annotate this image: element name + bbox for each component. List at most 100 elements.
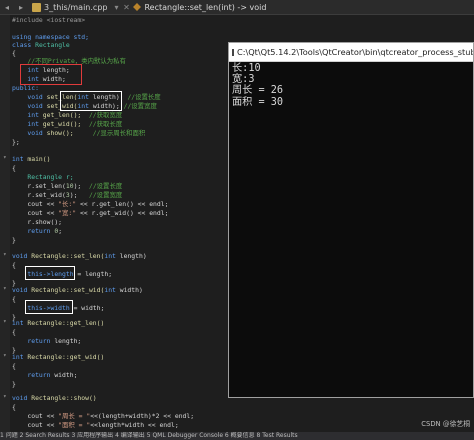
console-window-icon bbox=[232, 48, 234, 56]
comment: //获取长度 bbox=[81, 120, 123, 128]
forward-arrow-icon[interactable]: ▸ bbox=[14, 3, 28, 12]
back-arrow-icon[interactable]: ◂ bbox=[0, 3, 14, 12]
class-name: Rectangle bbox=[35, 41, 70, 49]
console-line: 宽:3 bbox=[232, 74, 255, 86]
assignment: = width; bbox=[69, 304, 105, 312]
this-width-highlight bbox=[25, 300, 73, 314]
brace: { bbox=[12, 164, 16, 172]
console-window[interactable]: C:\Qt\Qt5.14.2\Tools\QtCreator\bin\qtcre… bbox=[228, 42, 474, 398]
keyword: void bbox=[12, 93, 43, 101]
string: "长:" bbox=[58, 200, 77, 208]
function: Rectangle::set_len( bbox=[27, 252, 105, 260]
keyword: int bbox=[12, 120, 39, 128]
keyword: int bbox=[12, 319, 24, 327]
stream: cout << bbox=[12, 412, 59, 420]
function-icon bbox=[133, 3, 142, 11]
file-selector[interactable]: 3_this/main.cpp bbox=[28, 2, 111, 12]
editor-gutter bbox=[0, 15, 10, 440]
editor-tab-bar: ◂ ▸ 3_this/main.cpp ▾ ✕ Rectangle::set_l… bbox=[0, 0, 474, 15]
keyword: void bbox=[12, 394, 28, 402]
call: r.set_wid( bbox=[12, 191, 66, 199]
comment: //设置长度 bbox=[81, 182, 123, 190]
function: get_len(); bbox=[38, 111, 82, 119]
code-line: int Rectangle::get_len() bbox=[12, 318, 104, 328]
code-line: void Rectangle::set_wid(int width) bbox=[12, 285, 143, 295]
function: get_wid(); bbox=[38, 120, 82, 128]
keyword: return bbox=[12, 337, 51, 345]
string: "宽:" bbox=[58, 209, 77, 217]
keyword: int bbox=[12, 353, 24, 361]
return-value: length; bbox=[50, 337, 82, 345]
function: Rectangle::get_len() bbox=[23, 319, 105, 327]
punct: ; bbox=[58, 227, 63, 235]
console-title: C:\Qt\Qt5.14.2\Tools\QtCreator\bin\qtcre… bbox=[237, 47, 473, 57]
output-panes-bar[interactable]: 1 问题 2 Search Results 3 应用程序输出 4 编译输出 5 … bbox=[0, 432, 474, 440]
code-line: void Rectangle::show() bbox=[12, 393, 97, 403]
keyword: void bbox=[12, 129, 43, 137]
call: r.set_len( bbox=[12, 182, 66, 190]
fold-marker-icon[interactable]: ▾ bbox=[3, 154, 8, 162]
stream: <<length*width << endl; bbox=[90, 421, 179, 429]
code-line: int Rectangle::get_wid() bbox=[12, 352, 104, 362]
comment: //设置长度 bbox=[119, 93, 161, 101]
function: Rectangle::get_wid() bbox=[23, 353, 105, 361]
code-line: return length; bbox=[12, 336, 81, 346]
code-line: cout << "面积 = "<<length*width << endl; bbox=[12, 420, 179, 430]
file-name: 3_this/main.cpp bbox=[44, 2, 108, 12]
comment: //显示周长和面积 bbox=[73, 129, 146, 137]
stream: cout << bbox=[12, 200, 59, 208]
fold-marker-icon[interactable]: ▾ bbox=[3, 352, 8, 360]
brace: { bbox=[12, 328, 16, 336]
code-line: void Rectangle::set_len(int length) bbox=[12, 251, 147, 261]
call: r.show(); bbox=[12, 218, 63, 226]
console-line: 长:10 bbox=[232, 63, 261, 74]
fold-marker-icon[interactable]: ▾ bbox=[3, 285, 8, 293]
cpp-file-icon bbox=[32, 2, 41, 12]
code-line: } bbox=[12, 379, 16, 389]
fold-marker-icon[interactable]: ▾ bbox=[3, 318, 8, 326]
brace: { bbox=[12, 261, 16, 269]
stream: <<(length+width)*2 << endl; bbox=[90, 412, 195, 420]
param: width) bbox=[115, 286, 143, 294]
console-output: 长:10 宽:3 周长 = 26 面积 = 30 bbox=[229, 62, 473, 109]
statement: Rectangle r; bbox=[12, 173, 74, 181]
keyword: int bbox=[12, 111, 39, 119]
brace: { bbox=[12, 362, 16, 370]
brace: } bbox=[12, 236, 16, 244]
function: Rectangle::set_wid( bbox=[27, 286, 105, 294]
fold-marker-icon[interactable]: ▾ bbox=[3, 251, 8, 259]
code-line: return width; bbox=[12, 370, 77, 380]
access-specifier: public: bbox=[12, 84, 39, 92]
code-line: } bbox=[12, 235, 16, 245]
console-title-bar[interactable]: C:\Qt\Qt5.14.2\Tools\QtCreator\bin\qtcre… bbox=[229, 43, 473, 62]
comment: //设置宽度 bbox=[77, 191, 123, 199]
function: main() bbox=[23, 155, 51, 163]
param: length) bbox=[115, 252, 147, 260]
console-line: 面积 = 30 bbox=[232, 96, 284, 108]
code-line: }; bbox=[12, 137, 20, 147]
chevron-down-icon[interactable]: ▾ bbox=[111, 3, 121, 12]
comment: //设置宽度 bbox=[119, 102, 157, 110]
number: 10 bbox=[65, 182, 74, 190]
keyword: return bbox=[12, 371, 51, 379]
keyword: void bbox=[12, 252, 28, 260]
close-icon[interactable]: ✕ bbox=[121, 3, 131, 12]
brace: { bbox=[12, 403, 16, 411]
keyword: return bbox=[12, 227, 51, 235]
this-length-highlight bbox=[25, 266, 75, 280]
string: "周长 = " bbox=[58, 412, 91, 420]
function: show(); bbox=[42, 129, 74, 137]
stream: << r.get_len() << endl; bbox=[76, 200, 169, 208]
return-value: width; bbox=[50, 371, 78, 379]
brace: }; bbox=[12, 138, 20, 146]
include-directive: #include <iostream> bbox=[12, 16, 86, 24]
fold-marker-icon[interactable]: ▾ bbox=[3, 393, 8, 401]
parameter-highlight bbox=[60, 91, 122, 111]
stream: << r.get_wid() << endl; bbox=[76, 209, 169, 217]
function-selector[interactable]: Rectangle::set_len(int) -> void bbox=[131, 3, 266, 12]
keyword: int bbox=[12, 155, 24, 163]
brace: { bbox=[12, 295, 16, 303]
code-line: class Rectangle bbox=[12, 40, 70, 50]
string: "面积 = " bbox=[58, 421, 91, 429]
keyword: int bbox=[104, 252, 116, 260]
